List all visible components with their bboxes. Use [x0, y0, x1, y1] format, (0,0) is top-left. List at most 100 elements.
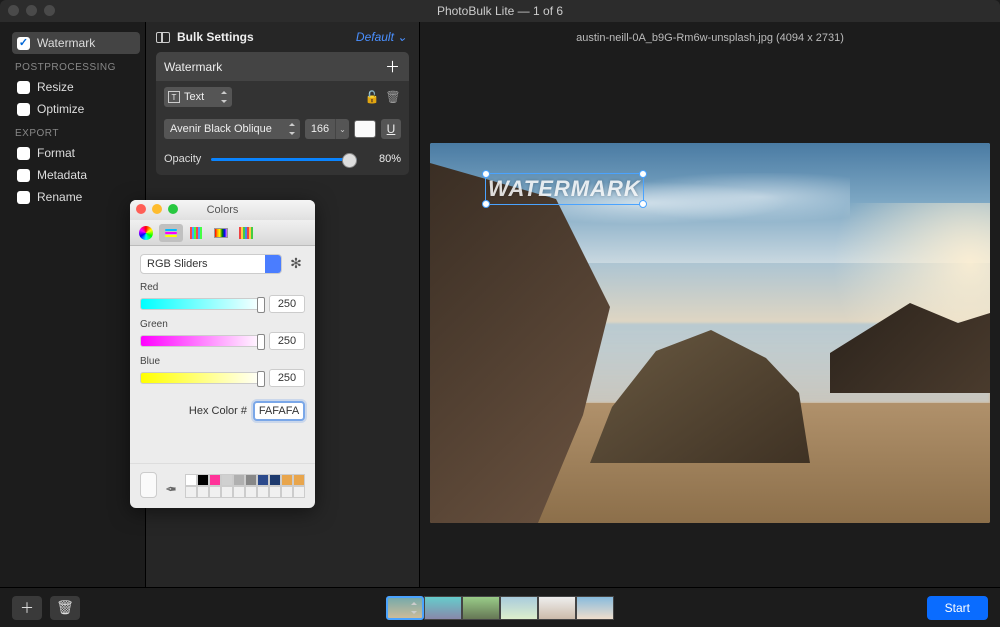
image-palettes-tab[interactable]: [209, 224, 233, 242]
swatch[interactable]: [185, 486, 197, 498]
color-wheel-tab[interactable]: [134, 224, 158, 242]
slider-thumb[interactable]: [257, 371, 265, 387]
mode-label: RGB Sliders: [147, 258, 208, 270]
red-value[interactable]: 250: [269, 295, 305, 313]
swatch[interactable]: [257, 486, 269, 498]
swatch[interactable]: [245, 486, 257, 498]
layout-icon[interactable]: [156, 32, 170, 43]
sidebar-item-resize[interactable]: Resize: [12, 76, 140, 98]
checkbox-icon[interactable]: [17, 191, 30, 204]
swatch[interactable]: [257, 474, 269, 486]
colors-panel[interactable]: Colors RGB Sliders ✻ Red 250 Green 250 B…: [130, 200, 315, 508]
font-size-stepper[interactable]: ⌄: [335, 119, 349, 139]
color-palettes-tab[interactable]: [184, 224, 208, 242]
pencils-tab[interactable]: [234, 224, 258, 242]
checkbox-icon[interactable]: [17, 81, 30, 94]
swatch[interactable]: [209, 474, 221, 486]
sidebar-item-format[interactable]: Format: [12, 142, 140, 164]
opacity-label: Opacity: [164, 153, 201, 165]
font-size-input[interactable]: 166: [305, 119, 335, 139]
color-swatch[interactable]: [354, 120, 376, 138]
underline-button[interactable]: U: [381, 119, 401, 139]
swatch[interactable]: [269, 486, 281, 498]
minimize-icon[interactable]: [152, 204, 162, 214]
swatch[interactable]: [293, 474, 305, 486]
window-controls: [8, 5, 55, 16]
swatch[interactable]: [185, 474, 197, 486]
start-button[interactable]: Start: [927, 596, 988, 620]
checkbox-icon[interactable]: [17, 147, 30, 160]
swatch[interactable]: [221, 486, 233, 498]
green-value[interactable]: 250: [269, 332, 305, 350]
hex-input[interactable]: FAFAFA: [253, 401, 305, 421]
swatch[interactable]: [233, 486, 245, 498]
preview-canvas[interactable]: WATERMARK: [430, 143, 990, 523]
swatch[interactable]: [269, 474, 281, 486]
gear-icon[interactable]: ✻: [287, 254, 305, 272]
add-image-button[interactable]: ＋: [12, 596, 42, 620]
settings-title: Bulk Settings: [177, 30, 254, 44]
swatch[interactable]: [197, 474, 209, 486]
close-window-icon[interactable]: [8, 5, 19, 16]
thumbnail[interactable]: [576, 596, 614, 620]
minimize-window-icon[interactable]: [26, 5, 37, 16]
color-wheel-icon: [139, 226, 153, 240]
blue-value[interactable]: 250: [269, 369, 305, 387]
checkbox-icon[interactable]: [17, 37, 30, 50]
sidebar-item-watermark[interactable]: Watermark: [12, 32, 140, 54]
thumbnail[interactable]: [386, 596, 424, 620]
checkbox-icon[interactable]: [17, 103, 30, 116]
thumbnail[interactable]: [500, 596, 538, 620]
thumbnail[interactable]: [424, 596, 462, 620]
blue-slider[interactable]: [140, 372, 263, 384]
sidebar: Watermark POSTPROCESSING Resize Optimize…: [0, 22, 145, 587]
color-mode-select[interactable]: RGB Sliders: [140, 254, 282, 274]
red-slider[interactable]: [140, 298, 263, 310]
swatch[interactable]: [281, 474, 293, 486]
sidebar-label: Format: [37, 146, 75, 160]
swatch[interactable]: [209, 486, 221, 498]
watermark-type-select[interactable]: T Text: [164, 87, 232, 107]
watermark-panel: Watermark ＋ T Text 🔓 🗑 Avenir Black Obli…: [156, 52, 409, 175]
saved-swatches: [185, 474, 305, 498]
green-slider[interactable]: [140, 335, 263, 347]
checkbox-icon[interactable]: [17, 169, 30, 182]
slider-thumb[interactable]: [257, 334, 265, 350]
sidebar-item-rename[interactable]: Rename: [12, 186, 140, 208]
swatch[interactable]: [281, 486, 293, 498]
titlebar: PhotoBulk Lite — 1 of 6: [0, 0, 1000, 22]
maximize-icon[interactable]: [168, 204, 178, 214]
remove-image-button[interactable]: 🗑: [50, 596, 80, 620]
maximize-window-icon[interactable]: [44, 5, 55, 16]
swatch[interactable]: [233, 474, 245, 486]
pencils-icon: [239, 227, 253, 239]
thumbnail[interactable]: [538, 596, 576, 620]
sidebar-label: Metadata: [37, 168, 87, 182]
chevron-down-icon: ⌄: [397, 30, 407, 44]
close-icon[interactable]: [136, 204, 146, 214]
swatch[interactable]: [245, 474, 257, 486]
sidebar-label: Optimize: [37, 102, 84, 116]
font-select[interactable]: Avenir Black Oblique: [164, 119, 300, 139]
watermark-box[interactable]: WATERMARK: [485, 173, 644, 205]
sidebar-item-optimize[interactable]: Optimize: [12, 98, 140, 120]
slider-thumb[interactable]: [257, 297, 265, 313]
trash-icon[interactable]: 🗑: [385, 89, 401, 105]
color-sliders-tab[interactable]: [159, 224, 183, 242]
swatch[interactable]: [197, 486, 209, 498]
footer: ＋ 🗑 Start: [0, 587, 1000, 627]
preset-dropdown[interactable]: Default ⌄: [356, 30, 407, 44]
thumbnail[interactable]: [462, 596, 500, 620]
opacity-slider[interactable]: [211, 158, 357, 161]
current-color-swatch[interactable]: [140, 472, 157, 498]
sidebar-category-export: EXPORT: [15, 128, 140, 139]
panel-title: Watermark: [164, 60, 222, 74]
add-watermark-button[interactable]: ＋: [384, 58, 401, 75]
window-title: PhotoBulk Lite — 1 of 6: [437, 4, 563, 18]
sidebar-item-metadata[interactable]: Metadata: [12, 164, 140, 186]
eyedropper-icon[interactable]: ✒: [165, 481, 177, 498]
colors-titlebar[interactable]: Colors: [130, 200, 315, 220]
swatch[interactable]: [221, 474, 233, 486]
swatch[interactable]: [293, 486, 305, 498]
unlock-icon[interactable]: 🔓: [364, 89, 380, 105]
